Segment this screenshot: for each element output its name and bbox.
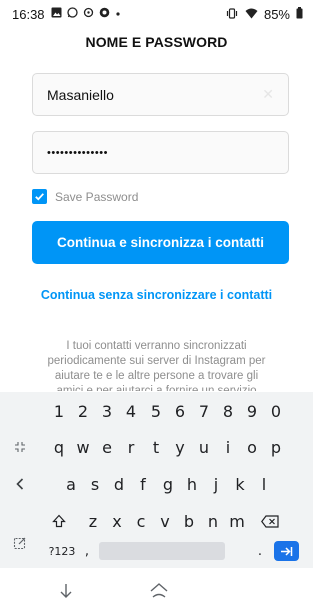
whatsapp-icon — [66, 7, 78, 21]
key-p[interactable]: p — [266, 431, 286, 463]
key-j[interactable]: j — [206, 468, 226, 500]
key-e[interactable]: e — [97, 431, 117, 463]
keyboard-row-1: q w e r t y u i o p — [0, 431, 313, 463]
key-w[interactable]: w — [73, 431, 93, 463]
key-i[interactable]: i — [218, 431, 238, 463]
key-4[interactable]: 4 — [121, 395, 141, 427]
key-q[interactable]: q — [49, 431, 69, 463]
chevron-left-icon[interactable] — [0, 468, 40, 500]
save-password-checkbox[interactable] — [32, 189, 47, 204]
hide-keyboard-icon[interactable] — [46, 576, 86, 606]
vibrate-icon — [225, 7, 239, 22]
keyboard-number-row: 1 2 3 4 5 6 7 8 9 0 — [0, 395, 313, 427]
save-password-label[interactable]: Save Password — [55, 190, 138, 204]
navigation-bar — [0, 568, 313, 613]
keyboard-row-3: z x c v b n m — [0, 505, 313, 537]
key-s[interactable]: s — [85, 468, 105, 500]
arrow-right-icon — [280, 546, 292, 556]
key-o[interactable]: o — [242, 431, 262, 463]
resize-keyboard-icon[interactable] — [0, 431, 40, 463]
key-6[interactable]: 6 — [170, 395, 190, 427]
continue-sync-button[interactable]: Continua e sincronizza i contatti — [32, 221, 289, 264]
password-field[interactable]: •••••••••••••• — [32, 131, 289, 174]
system-status: 85% — [225, 6, 303, 22]
username-value[interactable]: Masaniello — [47, 87, 114, 103]
key-k[interactable]: k — [230, 468, 250, 500]
key-5[interactable]: 5 — [146, 395, 166, 427]
key-n[interactable]: n — [203, 505, 223, 537]
home-icon[interactable] — [139, 576, 179, 606]
image-icon — [51, 7, 62, 21]
key-3[interactable]: 3 — [97, 395, 117, 427]
key-u[interactable]: u — [194, 431, 214, 463]
chrome-icon — [99, 7, 110, 21]
key-c[interactable]: c — [131, 505, 151, 537]
checkmark-icon — [35, 193, 44, 201]
key-y[interactable]: y — [170, 431, 190, 463]
shift-icon[interactable] — [49, 505, 69, 537]
wifi-icon — [245, 7, 258, 22]
key-9[interactable]: 9 — [242, 395, 262, 427]
password-value[interactable]: •••••••••••••• — [47, 147, 108, 159]
key-1[interactable]: 1 — [49, 395, 69, 427]
key-a[interactable]: a — [61, 468, 81, 500]
key-x[interactable]: x — [107, 505, 127, 537]
notification-icons — [51, 7, 121, 21]
key-z[interactable]: z — [83, 505, 103, 537]
page-title: NOME E PASSWORD — [85, 34, 228, 50]
key-2[interactable]: 2 — [73, 395, 93, 427]
status-bar: 16:38 85% — [0, 0, 313, 28]
sync-info-text: I tuoi contatti verranno sincronizzati p… — [47, 340, 266, 391]
key-h[interactable]: h — [182, 468, 202, 500]
sync-icon — [83, 7, 94, 21]
dot-icon — [115, 9, 121, 20]
username-field[interactable]: Masaniello ✕ — [32, 73, 289, 116]
key-r[interactable]: r — [121, 431, 141, 463]
battery-icon — [296, 6, 303, 22]
keyboard-row-4: ?123 , . — [0, 535, 313, 567]
key-d[interactable]: d — [109, 468, 129, 500]
save-password-row[interactable]: Save Password — [32, 189, 138, 204]
key-7[interactable]: 7 — [194, 395, 214, 427]
battery-level: 85% — [263, 6, 290, 22]
onscreen-keyboard: 1 2 3 4 5 6 7 8 9 0 q w e r t y u i o p … — [0, 392, 313, 568]
status-time: 16:38 — [12, 6, 45, 22]
clear-icon[interactable]: ✕ — [262, 86, 274, 103]
key-symbols[interactable]: ?123 — [46, 535, 78, 567]
continue-without-sync-link[interactable]: Continua senza sincronizzare i contatti — [0, 288, 313, 302]
key-l[interactable]: l — [254, 468, 274, 500]
key-period[interactable]: . — [253, 535, 267, 567]
key-v[interactable]: v — [155, 505, 175, 537]
key-t[interactable]: t — [146, 431, 166, 463]
key-b[interactable]: b — [179, 505, 199, 537]
clipboard-icon[interactable] — [0, 527, 40, 559]
key-8[interactable]: 8 — [218, 395, 238, 427]
next-field-button[interactable] — [272, 535, 300, 567]
space-key[interactable] — [97, 535, 227, 567]
key-comma[interactable]: , — [80, 535, 94, 567]
key-m[interactable]: m — [227, 505, 247, 537]
key-g[interactable]: g — [158, 468, 178, 500]
backspace-icon[interactable] — [257, 505, 283, 537]
key-0[interactable]: 0 — [266, 395, 286, 427]
key-f[interactable]: f — [133, 468, 153, 500]
keyboard-row-2: a s d f g h j k l — [0, 468, 313, 500]
